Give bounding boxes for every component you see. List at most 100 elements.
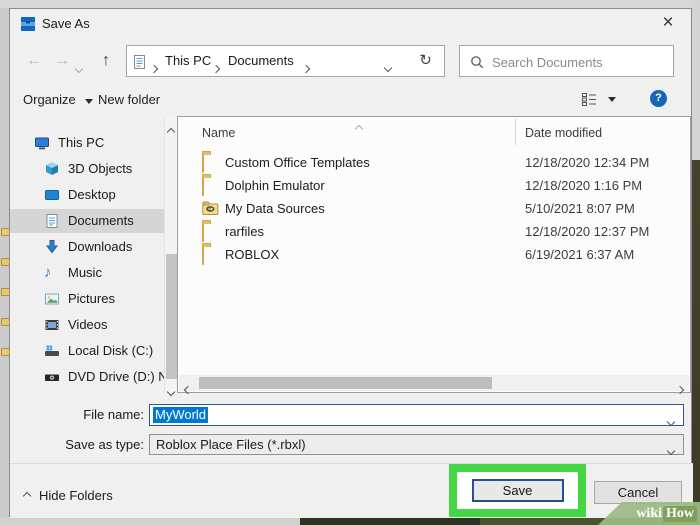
save-as-type-dropdown[interactable]: Roblox Place Files (*.rbxl) (149, 434, 684, 455)
data-sources-icon (202, 201, 219, 215)
save-button[interactable]: Save (472, 479, 564, 502)
sidebar-item-label: Local Disk (C:) (68, 339, 153, 363)
sidebar-item-3d-objects[interactable]: 3D Objects (10, 157, 164, 181)
desktop-background-top (0, 0, 700, 8)
search-input[interactable] (490, 49, 669, 75)
chevron-down-icon[interactable] (668, 441, 674, 459)
file-date: 6/19/2021 6:37 AM (525, 243, 634, 266)
file-date: 12/18/2020 1:16 PM (525, 174, 642, 197)
sidebar-item-videos[interactable]: Videos (10, 313, 164, 337)
hide-folders-label: Hide Folders (39, 488, 113, 503)
column-header-name[interactable]: Name (202, 123, 235, 143)
music-note-icon: ♪ (44, 265, 60, 281)
sidebar-item-label: 3D Objects (68, 157, 132, 181)
document-icon (44, 213, 60, 229)
sidebar-scrollbar-thumb[interactable] (166, 254, 177, 379)
sidebar-item-label: Desktop (68, 183, 116, 207)
sidebar-item-label: Pictures (68, 287, 115, 311)
details-view-icon[interactable] (582, 93, 597, 106)
organize-label: Organize (23, 92, 76, 107)
desktop-background-bottom (0, 517, 300, 525)
column-divider[interactable] (515, 119, 516, 145)
cube-icon (44, 161, 60, 177)
scroll-left-icon[interactable] (185, 380, 191, 398)
window-title: Save As (42, 9, 90, 39)
sidebar-item-label: Videos (68, 313, 108, 337)
new-folder-button[interactable]: New folder (98, 89, 160, 111)
desktop-background-right (692, 0, 700, 160)
back-button[interactable]: ← (22, 45, 46, 77)
save-as-dialog: Save As × ← → ↑ This PC Documents ↻ (9, 8, 692, 517)
horizontal-scrollbar-thumb[interactable] (199, 377, 492, 389)
breadcrumb-documents[interactable]: Documents (228, 46, 294, 76)
sidebar-item-pictures[interactable]: Pictures (10, 287, 164, 311)
sidebar-scrollbar[interactable] (164, 116, 177, 393)
column-header-date-modified[interactable]: Date modified (525, 123, 602, 143)
address-bar[interactable]: This PC Documents (126, 45, 408, 77)
view-options-chevron-icon[interactable] (608, 97, 616, 102)
film-icon (44, 317, 60, 333)
annotation-highlight-box: Save (449, 464, 586, 517)
help-button[interactable]: ? (650, 90, 667, 107)
sidebar-item-desktop[interactable]: Desktop (10, 183, 164, 207)
file-row-custom-office-templates[interactable]: Custom Office Templates 12/18/2020 12:34… (178, 151, 688, 174)
folder-icon (202, 178, 219, 192)
sidebar-item-local-disk-c[interactable]: Local Disk (C:) (10, 339, 164, 363)
hide-folders-button[interactable]: Hide Folders (24, 488, 113, 504)
horizontal-scrollbar[interactable] (179, 375, 689, 391)
file-row-rarfiles[interactable]: rarfiles 12/18/2020 12:37 PM (178, 220, 688, 243)
file-name-label: File name: (10, 404, 144, 426)
dvd-drive-icon (44, 369, 60, 385)
organize-button[interactable]: Organize (23, 89, 93, 111)
forward-button[interactable]: → (50, 45, 74, 77)
recent-locations-chevron-icon[interactable] (76, 59, 82, 77)
title-bar: Save As × (10, 9, 691, 39)
scroll-up-icon[interactable] (168, 122, 174, 140)
hard-disk-icon (44, 343, 60, 359)
breadcrumb-separator-icon (213, 59, 219, 77)
refresh-button[interactable]: ↻ (407, 45, 445, 77)
desktop-background-left (0, 8, 9, 525)
sidebar-item-downloads[interactable]: Downloads (10, 235, 164, 259)
breadcrumb-separator-icon (151, 59, 157, 77)
sidebar-item-this-pc[interactable]: This PC (10, 131, 164, 155)
monitor-icon (34, 135, 50, 151)
file-name: rarfiles (225, 220, 264, 243)
sidebar-item-music[interactable]: ♪ Music (10, 261, 164, 285)
file-name-input[interactable]: MyWorld (149, 404, 684, 426)
breadcrumb-this-pc[interactable]: This PC (165, 46, 211, 76)
file-row-roblox[interactable]: ROBLOX 6/19/2021 6:37 AM (178, 243, 688, 266)
save-as-type-label: Save as type: (10, 434, 144, 456)
address-dropdown-chevron-icon[interactable] (385, 58, 391, 76)
chevron-down-icon (85, 99, 93, 104)
chevron-up-icon (23, 492, 31, 500)
scroll-down-icon[interactable] (168, 382, 174, 400)
file-name: Custom Office Templates (225, 151, 370, 174)
breadcrumb-separator-icon (303, 59, 309, 77)
picture-icon (44, 291, 60, 307)
folder-icon (202, 155, 219, 169)
file-row-my-data-sources[interactable]: My Data Sources 5/10/2021 8:07 PM (178, 197, 688, 220)
file-row-dolphin-emulator[interactable]: Dolphin Emulator 12/18/2020 1:16 PM (178, 174, 688, 197)
close-button[interactable]: × (653, 10, 683, 36)
chevron-down-icon[interactable] (668, 412, 674, 430)
cancel-button[interactable]: Cancel (594, 481, 682, 504)
search-icon (470, 55, 484, 69)
sidebar-item-label: Downloads (68, 235, 132, 259)
file-list-panel: Name Date modified Custom Office Templat… (177, 116, 691, 393)
sidebar-item-dvd-drive-d[interactable]: DVD Drive (D:) N (10, 365, 164, 389)
save-as-type-value: Roblox Place Files (*.rbxl) (156, 435, 306, 454)
scroll-right-icon[interactable] (677, 380, 683, 398)
search-box[interactable] (459, 45, 674, 77)
sidebar-item-documents[interactable]: Documents (10, 209, 164, 233)
file-name-value: MyWorld (153, 407, 208, 423)
desktop-icon (44, 187, 60, 203)
folder-icon (202, 247, 219, 261)
up-button[interactable]: ↑ (94, 45, 118, 77)
wikihow-how-text: How (663, 506, 697, 522)
file-name: My Data Sources (225, 197, 325, 220)
file-name: ROBLOX (225, 243, 279, 266)
app-icon (21, 17, 35, 31)
sidebar-item-label: DVD Drive (D:) N (68, 365, 168, 389)
desktop-background-bottom-photo (300, 517, 480, 525)
